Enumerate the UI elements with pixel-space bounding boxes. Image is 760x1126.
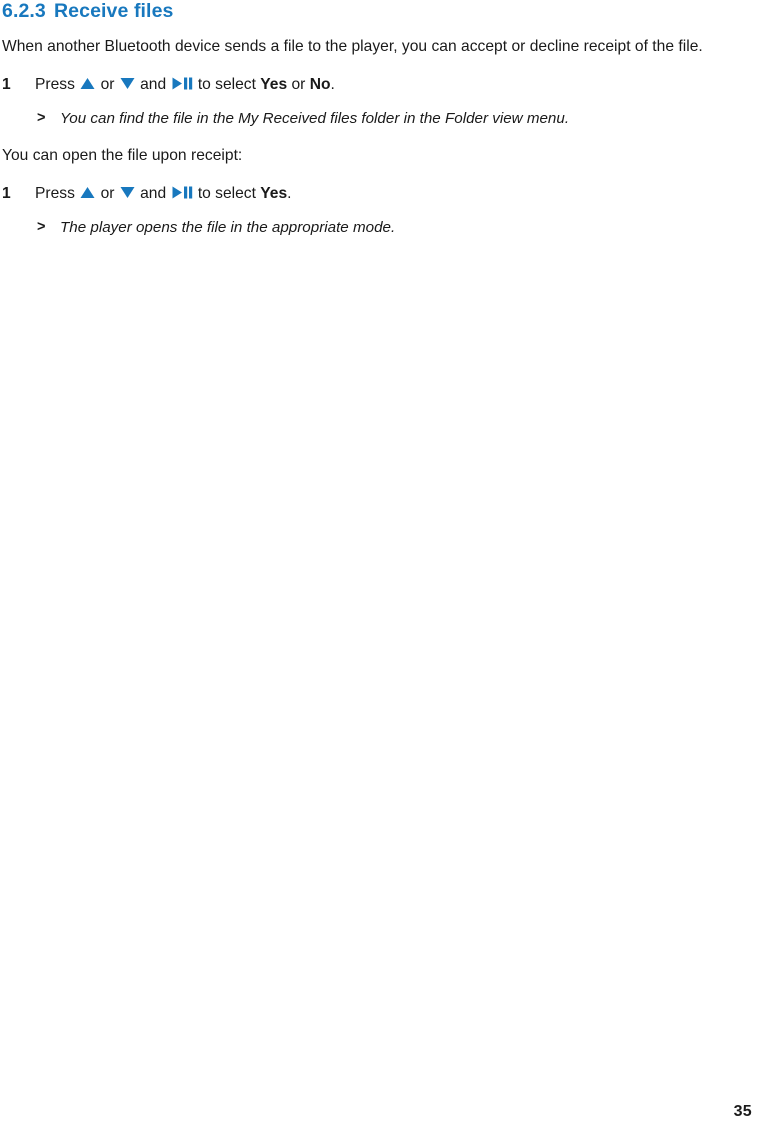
step-option-yes: Yes [260,184,288,202]
note-marker: > [37,110,46,126]
down-triangle-icon [120,186,135,199]
note-marker: > [37,219,46,235]
step-text-period: . [330,75,335,93]
step-number: 1 [2,184,11,202]
note-text: The player opens the file in the appropr… [60,219,396,236]
mid-paragraph: You can open the file upon receipt: [2,147,243,164]
intro-paragraph: When another Bluetooth device sends a fi… [2,38,703,55]
play-pause-icon [172,77,193,90]
page-content: 6.2.3 Receive files When another Bluetoot… [2,0,752,238]
down-triangle-icon [120,77,135,90]
step-text-period: . [287,184,292,202]
step-text-press: Press [35,75,75,93]
step-text-or: or [100,75,115,93]
step-text-or-2: or [291,75,306,93]
note-item: > The player opens the file in the approp… [2,217,752,238]
up-triangle-icon [80,77,95,90]
step-text-press: Press [35,184,75,202]
step-item: 1 Press or and to select Yes or No. [2,74,752,96]
section-number: 6.2.3 [2,0,46,22]
step-text-and: and [140,75,167,93]
page-title: 6.2.3 Receive files [2,0,752,22]
note-text: You can find the file in the My Received… [60,110,570,127]
play-pause-icon [172,186,193,199]
step-text-select: to select [197,75,256,93]
step-number: 1 [2,75,11,93]
up-triangle-icon [80,186,95,199]
note-item: > You can find the file in the My Receive… [2,108,752,129]
document-page: 6.2.3 Receive files When another Bluetoot… [0,0,760,1126]
step-text-select: to select [197,184,256,202]
step-text-or: or [100,184,115,202]
page-number: 35 [733,1103,752,1120]
step-item: 1 Press or and to select Yes. [2,183,752,205]
step-option-no: No [309,75,331,93]
step-text-and: and [140,184,167,202]
section-title: Receive files [54,0,174,22]
step-option-yes: Yes [260,75,288,93]
